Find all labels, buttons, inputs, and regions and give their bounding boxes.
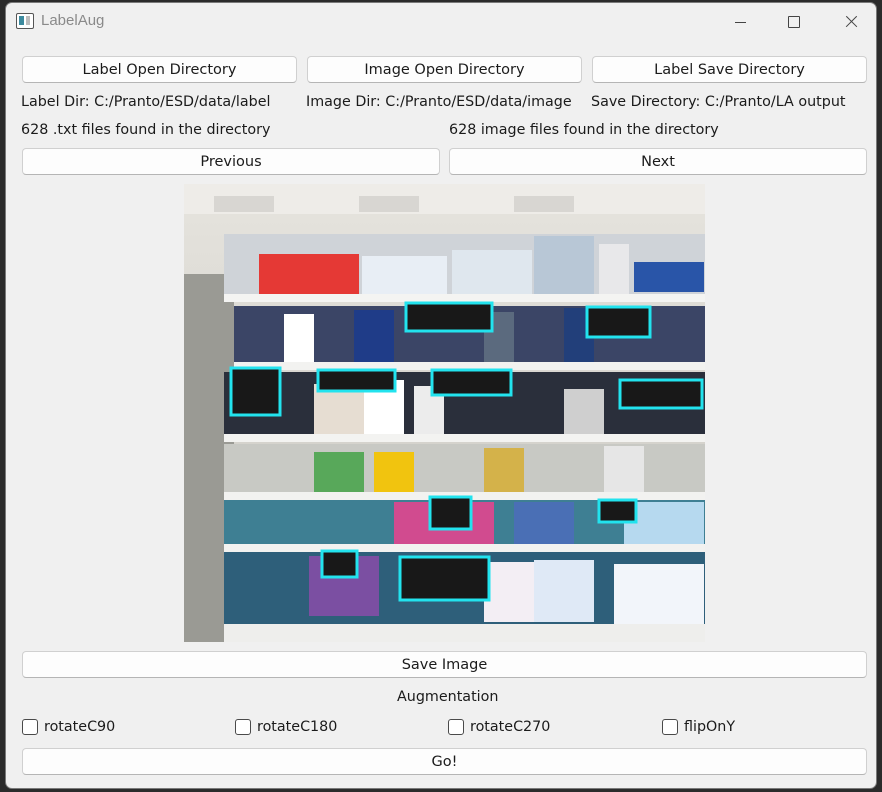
close-button[interactable] <box>822 3 876 39</box>
minimize-button[interactable] <box>711 3 769 39</box>
image-preview <box>184 184 705 642</box>
bbox <box>316 368 397 393</box>
checkbox-box[interactable] <box>662 719 678 735</box>
app-icon <box>16 13 34 29</box>
next-button[interactable]: Next <box>449 148 867 175</box>
bbox <box>430 368 513 397</box>
image-count-text: 628 image files found in the directory <box>449 122 719 138</box>
checkbox-box[interactable] <box>235 719 251 735</box>
bbox <box>597 498 638 524</box>
title-bar[interactable]: LabelAug <box>6 3 876 39</box>
app-window: LabelAug Label Open Directory Image Open… <box>5 2 877 789</box>
checkbox-label: rotateC180 <box>257 719 338 735</box>
checkbox-rotatec270[interactable]: rotateC270 <box>448 717 550 737</box>
label-save-directory-button[interactable]: Label Save Directory <box>592 56 867 83</box>
bbox <box>398 555 491 602</box>
checkbox-fliponly[interactable]: flipOnY <box>662 717 735 737</box>
checkbox-rotatec90[interactable]: rotateC90 <box>22 717 115 737</box>
bbox <box>618 378 704 410</box>
image-dir-text: Image Dir: C:/Pranto/ESD/data/image <box>306 94 572 110</box>
checkbox-rotatec180[interactable]: rotateC180 <box>235 717 337 737</box>
txt-count-text: 628 .txt files found in the directory <box>21 122 271 138</box>
augmentation-heading: Augmentation <box>397 689 499 705</box>
checkbox-box[interactable] <box>22 719 38 735</box>
save-image-button[interactable]: Save Image <box>22 651 867 678</box>
store-shelf-photo <box>184 184 705 642</box>
bbox <box>229 366 282 417</box>
bbox <box>404 301 494 333</box>
bbox <box>585 305 652 339</box>
save-dir-text: Save Directory: C:/Pranto/LA output <box>591 94 846 110</box>
previous-button[interactable]: Previous <box>22 148 440 175</box>
bbox <box>428 495 473 531</box>
maximize-button[interactable] <box>764 3 822 39</box>
bbox <box>320 549 359 579</box>
go-button[interactable]: Go! <box>22 748 867 775</box>
checkbox-label: rotateC90 <box>44 719 116 735</box>
label-open-directory-button[interactable]: Label Open Directory <box>22 56 297 83</box>
window-title: LabelAug <box>41 12 105 29</box>
checkbox-box[interactable] <box>448 719 464 735</box>
image-open-directory-button[interactable]: Image Open Directory <box>307 56 582 83</box>
checkbox-label: rotateC270 <box>470 719 551 735</box>
label-dir-text: Label Dir: C:/Pranto/ESD/data/label <box>21 94 271 110</box>
checkbox-label: flipOnY <box>684 719 736 735</box>
